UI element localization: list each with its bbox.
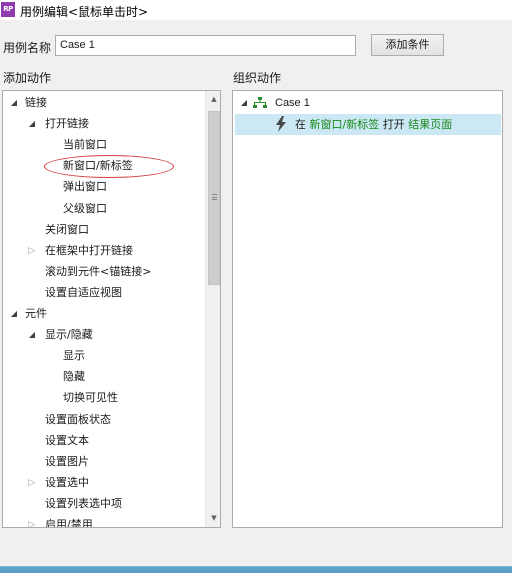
action-target: 新窗口/新标签 (309, 118, 380, 131)
tree-item-label: 隐藏 (63, 370, 85, 384)
tree-item[interactable]: ▷ 在框架中打开链接 (3, 241, 203, 261)
add-condition-button[interactable]: 添加条件 (371, 34, 444, 56)
grip-icon (212, 194, 217, 200)
tree-item[interactable]: ◢ 元件 (3, 304, 203, 324)
organize-actions-label: 组织动作 (233, 71, 282, 85)
collapse-arrow-icon[interactable]: ◢ (27, 325, 37, 345)
tree-item-label: 设置列表选中项 (45, 496, 122, 510)
tree-item-label: 设置图片 (45, 454, 89, 468)
expand-arrow-icon[interactable]: ◢ (239, 93, 249, 113)
tree-item[interactable]: 设置列表选中项 (3, 494, 203, 514)
tree-item-label: 设置面板状态 (45, 412, 111, 426)
lightning-bolt-icon (276, 116, 286, 132)
case-name-input[interactable]: Case 1 (55, 35, 356, 56)
tree-item[interactable]: 设置文本 (3, 431, 203, 451)
tree-item[interactable]: 设置自适应视图 (3, 283, 203, 303)
tree-item-label: 显示/隐藏 (45, 328, 93, 342)
app-logo-icon: RP (1, 2, 15, 17)
action-page: 结果页面 (408, 118, 453, 131)
expand-arrow-icon[interactable]: ▷ (27, 515, 37, 527)
tree-item[interactable]: 当前窗口 (3, 135, 203, 155)
collapse-arrow-icon[interactable]: ◢ (9, 93, 19, 113)
tree-item-label: 元件 (25, 307, 47, 320)
scroll-down-icon[interactable]: ▼ (206, 510, 220, 527)
tree-item-label: 当前窗口 (63, 138, 107, 152)
tree-item[interactable]: 设置面板状态 (3, 410, 203, 430)
tree-item[interactable]: 滚动到元件<锚链接> (3, 262, 203, 282)
tree-item[interactable]: ▷ 启用/禁用 (3, 515, 203, 528)
tree-item[interactable]: 设置图片 (3, 452, 203, 472)
dialog-title: 用例编辑<鼠标单击时> (20, 5, 149, 19)
organize-actions-panel: ◢ Case 1 在 新窗口/新标签 打开 结果页面 (232, 90, 503, 528)
tree-item-label: 显示 (63, 349, 85, 363)
action-row[interactable]: 在 新窗口/新标签 打开 结果页面 (235, 114, 501, 135)
tree-item[interactable]: 隐藏 (3, 367, 203, 387)
tree-item[interactable]: ◢ 打开链接 (3, 114, 203, 134)
action-description: 在 新窗口/新标签 打开 结果页面 (295, 114, 452, 135)
case-label: Case 1 (275, 97, 310, 109)
action-verb: 打开 (382, 118, 405, 131)
tree-item-label: 设置文本 (45, 433, 89, 447)
action-prefix: 在 (295, 118, 306, 131)
tree-item[interactable]: 父级窗口 (3, 199, 203, 219)
tree-item-label: 滚动到元件<锚链接> (45, 264, 152, 278)
highlight-annotation (44, 155, 174, 178)
tree-item-label: 设置选中 (45, 475, 89, 489)
tree-item-label: 切换可见性 (63, 391, 118, 405)
tree-item[interactable]: 弹出窗口 (3, 177, 203, 197)
tree-item[interactable]: 关闭窗口 (3, 220, 203, 240)
tree-item[interactable]: ◢ 链接 (3, 93, 203, 113)
case-name-label: 用例名称 (3, 41, 52, 55)
bottom-border (0, 566, 512, 573)
tree-item[interactable]: 显示 (3, 346, 203, 366)
collapse-arrow-icon[interactable]: ◢ (9, 304, 19, 324)
action-tree-panel: ◢ 链接 ◢ 打开链接 当前窗口 新窗口/新标签 弹出窗口 父级窗口 关闭窗口 ▷ 在框架中打开链接… (2, 90, 221, 528)
vertical-scrollbar[interactable]: ▲ ▼ (205, 91, 220, 527)
scroll-thumb[interactable] (208, 111, 220, 285)
tree-item[interactable]: ◢ 显示/隐藏 (3, 325, 203, 345)
tree-item-label: 启用/禁用 (45, 518, 93, 528)
tree-item-label: 打开链接 (45, 117, 89, 131)
add-action-label: 添加动作 (3, 71, 52, 85)
collapse-arrow-icon[interactable]: ◢ (27, 114, 37, 134)
tree-item-label: 弹出窗口 (63, 180, 107, 194)
tree-item-label: 父级窗口 (63, 201, 107, 215)
tree-item-label: 关闭窗口 (45, 222, 89, 236)
case-row[interactable]: ◢ Case 1 (233, 93, 499, 113)
tree-item[interactable]: 切换可见性 (3, 388, 203, 408)
expand-arrow-icon[interactable]: ▷ (27, 473, 37, 493)
tree-item-label: 链接 (25, 96, 47, 109)
expand-arrow-icon[interactable]: ▷ (27, 241, 37, 261)
title-bar: RP 用例编辑<鼠标单击时> (0, 0, 512, 20)
tree-item-label: 在框架中打开链接 (45, 243, 133, 257)
case-tree-icon (253, 97, 267, 108)
scroll-up-icon[interactable]: ▲ (206, 91, 220, 108)
tree-item-label: 设置自适应视图 (45, 285, 122, 299)
tree-item[interactable]: ▷ 设置选中 (3, 473, 203, 493)
